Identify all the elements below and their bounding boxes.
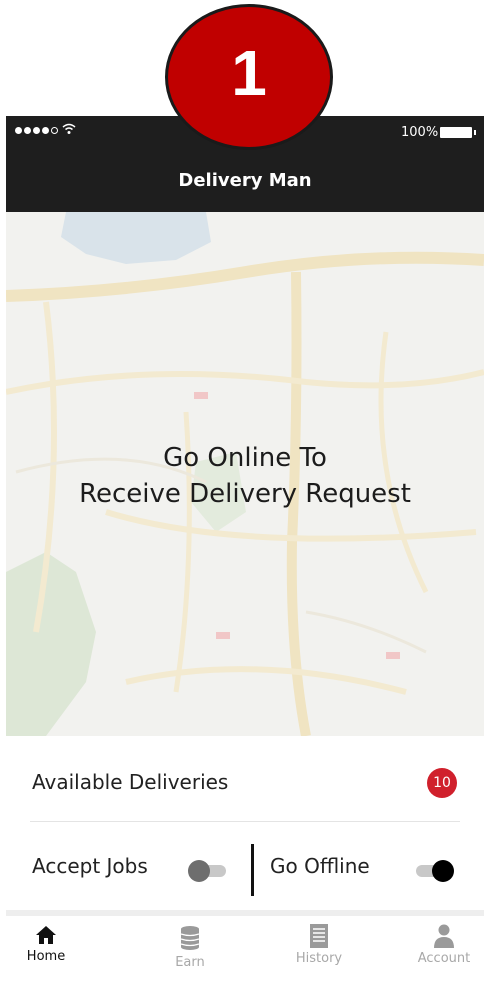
user-icon [434, 924, 454, 948]
tab-bar: Home Earn History Account [6, 916, 484, 982]
battery-icon [440, 127, 476, 138]
map-view[interactable]: Go Online To Receive Delivery Request [6, 212, 484, 736]
tab-history-label: History [295, 951, 343, 966]
toggle-separator [251, 844, 254, 896]
signal-strength-icon [15, 127, 58, 134]
home-icon [36, 926, 56, 944]
toggles-row: Accept Jobs Go Offline [6, 822, 484, 910]
tab-earn-label: Earn [175, 955, 205, 970]
map-message-line2: Receive Delivery Request [79, 479, 411, 509]
battery-percent: 100% [401, 125, 439, 140]
tab-earn[interactable]: Earn [150, 924, 230, 970]
tab-history[interactable]: History [279, 924, 359, 966]
accept-jobs-toggle[interactable] [188, 860, 230, 882]
page-title: Delivery Man [178, 170, 312, 191]
coins-icon [180, 926, 200, 950]
wifi-icon [62, 123, 76, 134]
go-offline-label: Go Offline [270, 854, 370, 878]
nav-bar: Delivery Man [6, 148, 484, 212]
tab-home[interactable]: Home [6, 924, 86, 964]
go-offline-toggle[interactable] [412, 860, 454, 882]
tab-account-label: Account [417, 951, 471, 966]
tab-home-label: Home [26, 949, 66, 964]
accept-jobs-label: Accept Jobs [32, 854, 148, 878]
deliveries-count-badge: 10 [427, 768, 457, 798]
list-icon [310, 924, 328, 948]
available-deliveries-row[interactable]: Available Deliveries 10 [6, 736, 484, 822]
map-message: Go Online To Receive Delivery Request [6, 440, 484, 512]
tab-account[interactable]: Account [404, 924, 484, 966]
step-number: 1 [231, 37, 267, 109]
map-message-line1: Go Online To [163, 443, 327, 473]
available-deliveries-label: Available Deliveries [32, 770, 229, 794]
step-number-badge: 1 [165, 4, 333, 150]
